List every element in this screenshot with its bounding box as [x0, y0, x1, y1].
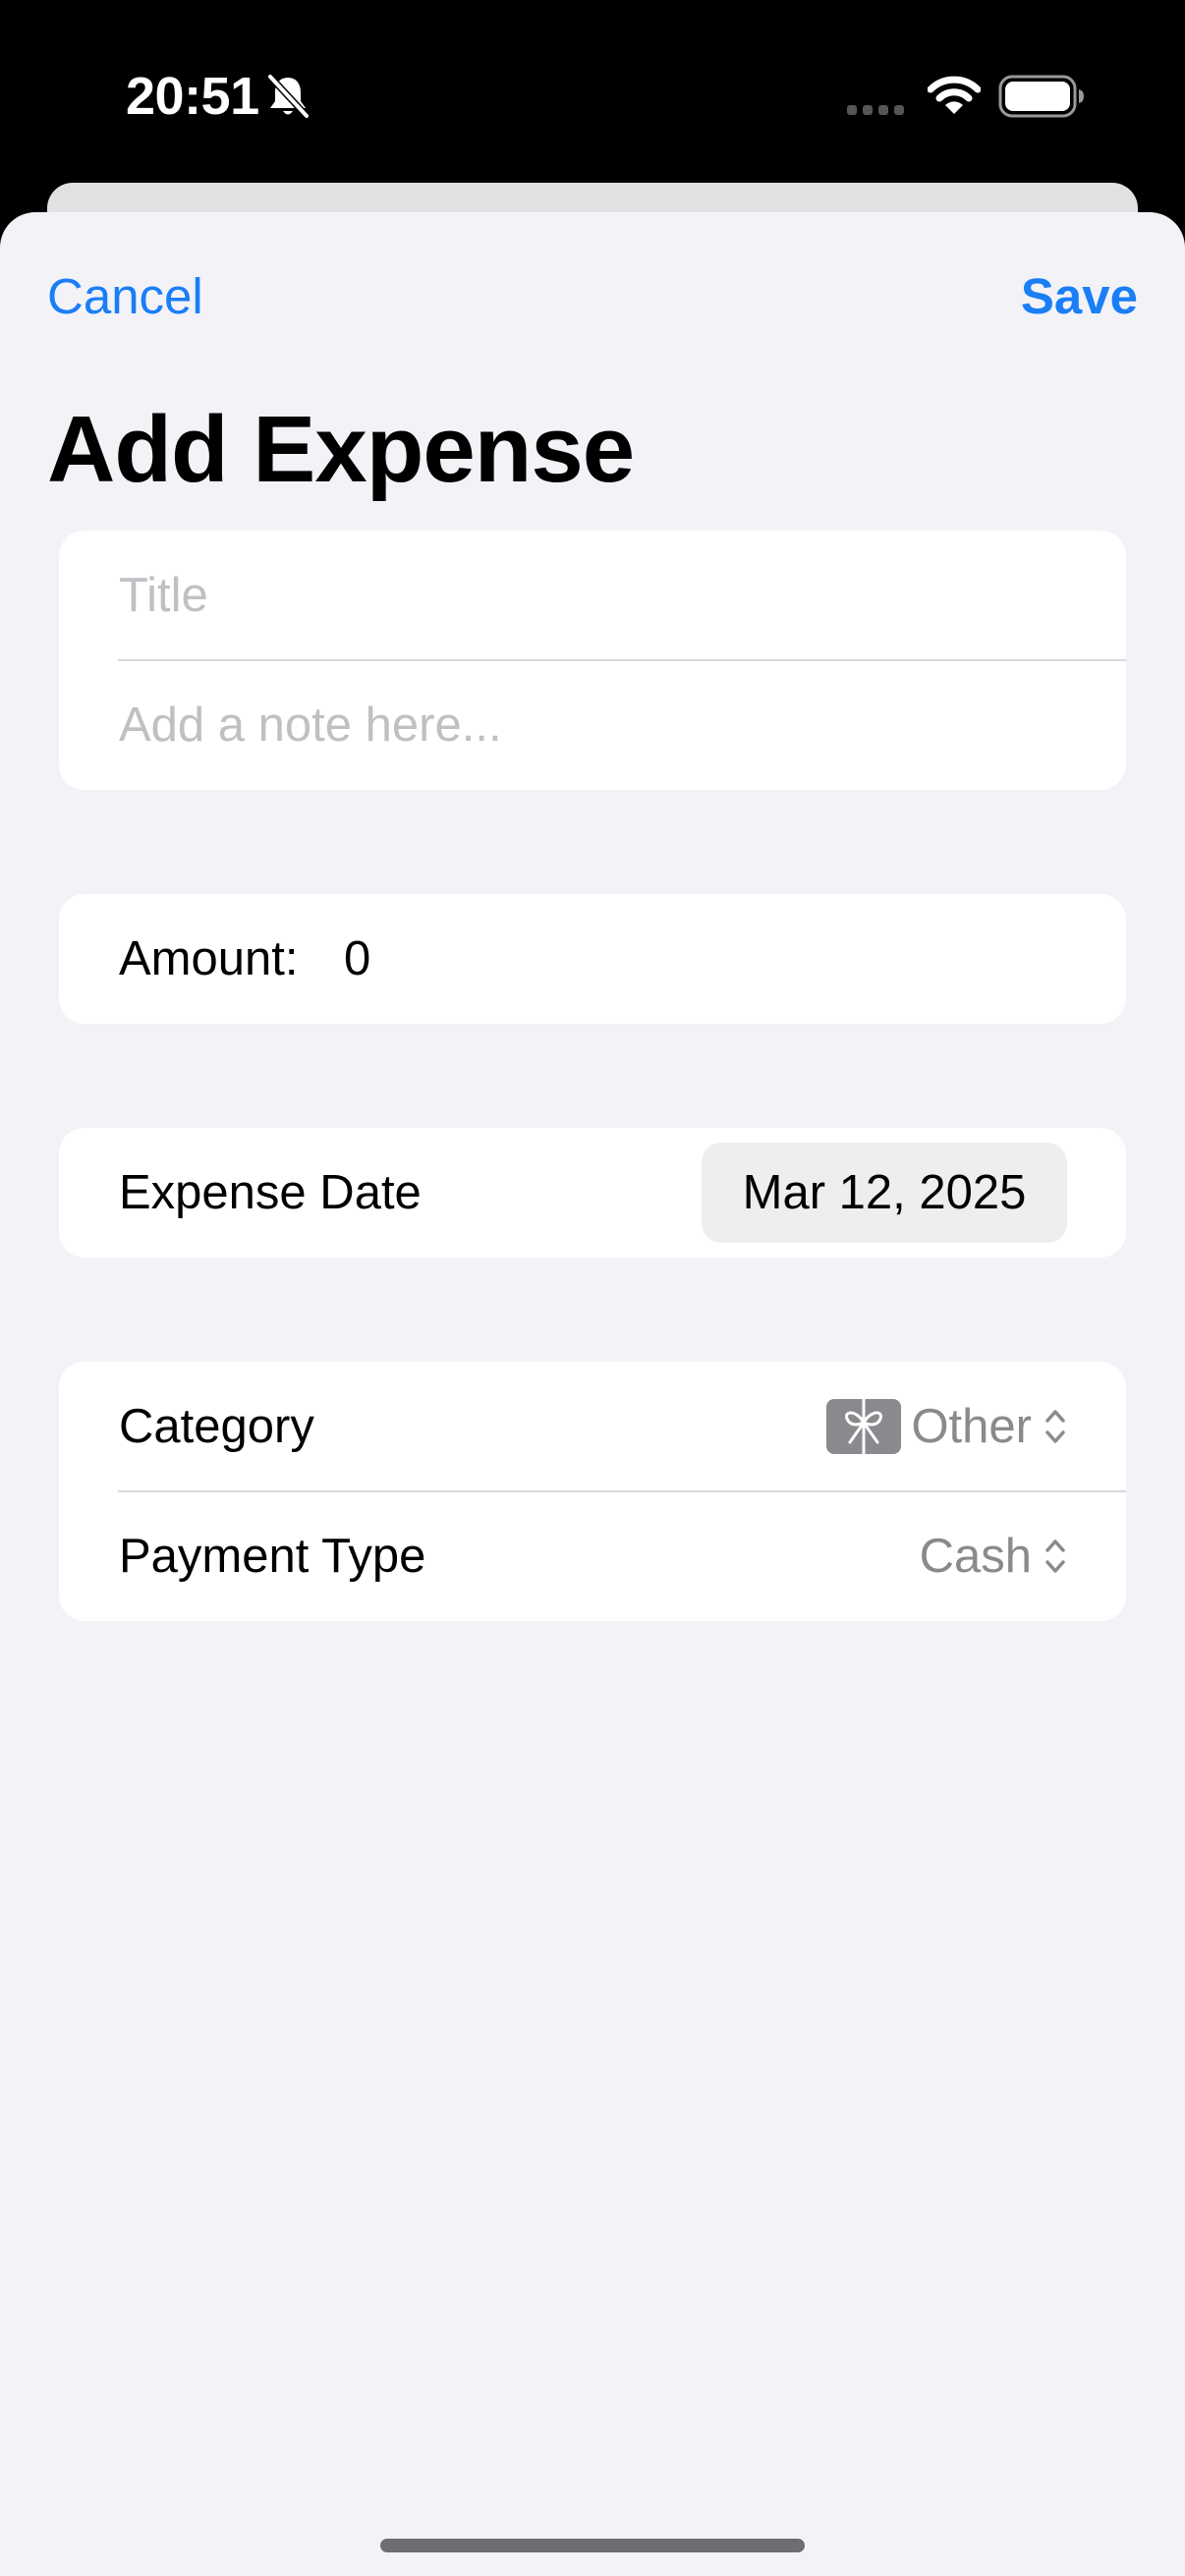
category-row: Category Other — [59, 1362, 1126, 1492]
title-field[interactable]: Title — [59, 531, 1126, 661]
page-title: Add Expense — [47, 397, 635, 502]
expense-date-row: Expense Date Mar 12, 2025 — [59, 1128, 1126, 1258]
bell-slash-icon — [267, 74, 310, 119]
chevron-up-down-icon — [1045, 1410, 1065, 1443]
status-bar: 20:51 — [0, 0, 1185, 187]
expense-date-card: Expense Date Mar 12, 2025 — [59, 1128, 1126, 1258]
category-picker[interactable]: Other — [826, 1362, 1067, 1491]
note-placeholder: Add a note here... — [119, 699, 502, 752]
amount-label: Amount: — [119, 932, 299, 985]
date-picker-button[interactable]: Mar 12, 2025 — [702, 1143, 1067, 1243]
status-time: 20:51 — [126, 67, 259, 126]
save-button[interactable]: Save — [1021, 265, 1138, 328]
title-placeholder: Title — [119, 569, 208, 622]
amount-value[interactable]: 0 — [344, 894, 370, 1024]
payment-type-label: Payment Type — [119, 1530, 426, 1583]
payment-type-value: Cash — [919, 1530, 1032, 1583]
note-field[interactable]: Add a note here... — [59, 660, 1126, 790]
home-indicator[interactable] — [380, 2539, 805, 2552]
chevron-up-down-icon — [1045, 1540, 1065, 1573]
payment-type-row: Payment Type Cash — [59, 1491, 1126, 1621]
amount-card: Amount: 0 — [59, 894, 1126, 1024]
category-value: Other — [911, 1400, 1032, 1453]
gift-icon — [826, 1399, 902, 1454]
cancel-button[interactable]: Cancel — [47, 265, 203, 328]
expense-date-label: Expense Date — [119, 1166, 422, 1219]
amount-field[interactable]: Amount: 0 — [59, 894, 1126, 1024]
payment-type-picker[interactable]: Cash — [920, 1491, 1067, 1621]
wifi-icon — [928, 76, 981, 114]
signal-dots-icon — [847, 105, 904, 115]
category-payment-card: Category Other Payment Type Cash — [59, 1362, 1126, 1621]
title-note-card: Title Add a note here... — [59, 531, 1126, 790]
category-label: Category — [119, 1400, 314, 1453]
battery-icon — [998, 75, 1084, 118]
